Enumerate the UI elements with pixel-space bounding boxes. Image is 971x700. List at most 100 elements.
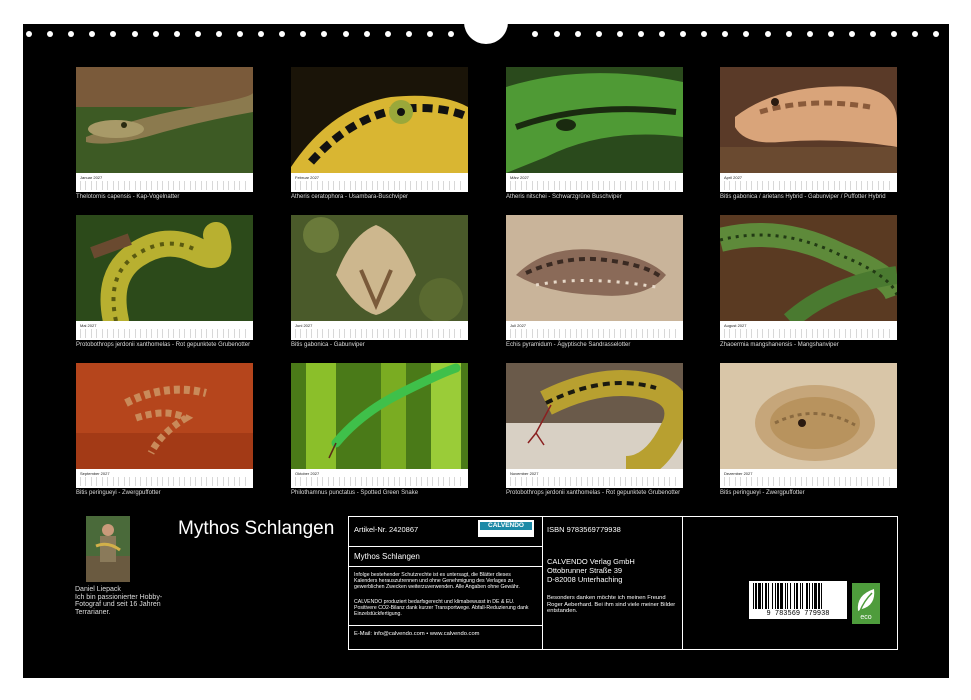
calendar-strip: August 2027 bbox=[720, 321, 897, 340]
binding-hole bbox=[89, 31, 96, 37]
binding-hole bbox=[891, 31, 898, 37]
article-number: Artikel-Nr. 2420867 bbox=[354, 525, 419, 534]
photo-caption: Philothamnus punctatus - Spotted Green S… bbox=[291, 490, 419, 496]
barcode-bar bbox=[780, 583, 783, 609]
leaf-icon bbox=[857, 589, 875, 612]
calendar-strip: Dezember 2027 bbox=[720, 469, 897, 488]
snake-photo bbox=[76, 67, 253, 173]
calendar-strip: Januar 2027 bbox=[76, 173, 253, 192]
day-grid bbox=[295, 329, 465, 338]
binding-hole bbox=[680, 31, 687, 37]
barcode-bar bbox=[814, 583, 817, 609]
calendar-strip: Juli 2027 bbox=[506, 321, 683, 340]
photo-caption: Bitis peringueyi - Zwergpuffotter bbox=[720, 490, 805, 496]
divider bbox=[349, 566, 542, 567]
barcode-bar bbox=[796, 583, 798, 609]
day-grid bbox=[510, 477, 680, 486]
eco-badge: eco bbox=[852, 583, 880, 624]
day-cell bbox=[674, 477, 680, 486]
barcode-bar bbox=[809, 583, 810, 609]
publisher-street: Ottobrunner Straße 39 bbox=[547, 566, 623, 575]
day-grid bbox=[724, 329, 894, 338]
divider bbox=[682, 517, 683, 649]
day-grid bbox=[295, 181, 465, 190]
isbn-barcode: 9 783569 779938 bbox=[749, 581, 847, 619]
day-cell bbox=[888, 181, 894, 190]
publisher-address: CALVENDO Verlag GmbH Ottobrunner Straße … bbox=[547, 557, 635, 584]
binding-hole bbox=[152, 31, 159, 37]
snake-photo bbox=[76, 363, 253, 469]
publisher-name: CALVENDO Verlag GmbH bbox=[547, 557, 635, 566]
divider bbox=[542, 517, 543, 649]
divider bbox=[349, 625, 542, 626]
day-grid bbox=[510, 181, 680, 190]
binding-hole bbox=[110, 31, 117, 37]
barcode-bar bbox=[772, 583, 773, 609]
calendar-strip: Mai 2027 bbox=[76, 321, 253, 340]
publisher-city: D-82008 Unterhaching bbox=[547, 575, 623, 584]
author-name: Daniel Liepack bbox=[75, 586, 121, 593]
month-label: Juli 2027 bbox=[510, 323, 527, 328]
binding-hole bbox=[321, 31, 328, 37]
binding-hole bbox=[764, 31, 771, 37]
day-cell bbox=[459, 329, 465, 338]
photo-caption: Echis pyramidum - Ägyptische Sandrasselo… bbox=[506, 342, 631, 348]
barcode-bar bbox=[787, 583, 788, 609]
binding-hole bbox=[933, 31, 940, 37]
month-label: Februar 2027 bbox=[295, 175, 320, 180]
calendar-back-page: Januar 2027 Thelotornis capensis - Kap-V… bbox=[23, 18, 949, 678]
calendar-strip: März 2027 bbox=[506, 173, 683, 192]
barcode-bar bbox=[755, 583, 757, 609]
barcode-bar bbox=[806, 583, 808, 609]
calendar-strip: April 2027 bbox=[720, 173, 897, 192]
calendar-strip: September 2027 bbox=[76, 469, 253, 488]
binding-hole bbox=[279, 31, 286, 37]
barcode-number: 9 783569 779938 bbox=[766, 610, 830, 618]
barcode-bar bbox=[765, 583, 767, 609]
snake-photo bbox=[506, 215, 683, 321]
binding-hole bbox=[258, 31, 265, 37]
day-cell bbox=[674, 329, 680, 338]
binding-hole bbox=[785, 31, 792, 37]
binding-hole bbox=[574, 31, 581, 37]
barcode-bar bbox=[790, 583, 791, 609]
binding-hole bbox=[806, 31, 813, 37]
binding-hole bbox=[827, 31, 834, 37]
day-grid bbox=[724, 181, 894, 190]
day-cell bbox=[244, 181, 250, 190]
snake-photo bbox=[291, 215, 468, 321]
binding-hole bbox=[363, 31, 370, 37]
photo-caption: Bitis peringueyi - Zwergpuffotter bbox=[76, 490, 161, 496]
photo-caption: Protobothrops jerdonii xanthomelas - Rot… bbox=[506, 490, 681, 496]
eco-notice: CALVENDO produziert bedarfsgerecht und k… bbox=[354, 599, 529, 617]
snake-photo bbox=[720, 363, 897, 469]
binding-hole bbox=[616, 31, 623, 37]
binding-hole bbox=[47, 31, 54, 37]
barcode-bar bbox=[821, 583, 822, 609]
day-grid bbox=[295, 477, 465, 486]
binding-hole bbox=[701, 31, 708, 37]
author-photo bbox=[86, 516, 130, 582]
photo-caption: Thelotornis capensis - Kap-Vogelnatter bbox=[76, 194, 180, 200]
day-cell bbox=[459, 181, 465, 190]
barcode-bar bbox=[758, 583, 761, 609]
barcode-bar bbox=[768, 583, 769, 609]
divider bbox=[349, 546, 542, 547]
binding-hole bbox=[173, 31, 180, 37]
barcode-bar bbox=[802, 583, 803, 609]
binding-hole bbox=[659, 31, 665, 37]
spiral-binding bbox=[23, 18, 949, 44]
month-label: April 2027 bbox=[724, 175, 743, 180]
binding-hole bbox=[68, 31, 75, 37]
day-grid bbox=[80, 329, 250, 338]
day-grid bbox=[80, 477, 250, 486]
month-label: Mai 2027 bbox=[80, 323, 97, 328]
snake-photo bbox=[506, 67, 683, 173]
binding-hole bbox=[532, 31, 539, 37]
month-label: September 2027 bbox=[80, 471, 110, 476]
snake-photo bbox=[720, 215, 897, 321]
binding-hole bbox=[215, 31, 222, 37]
binding-hole bbox=[26, 31, 32, 37]
info-box: Artikel-Nr. 2420867 CALVENDO Mythos Schl… bbox=[348, 516, 898, 650]
month-label: Januar 2027 bbox=[80, 175, 103, 180]
